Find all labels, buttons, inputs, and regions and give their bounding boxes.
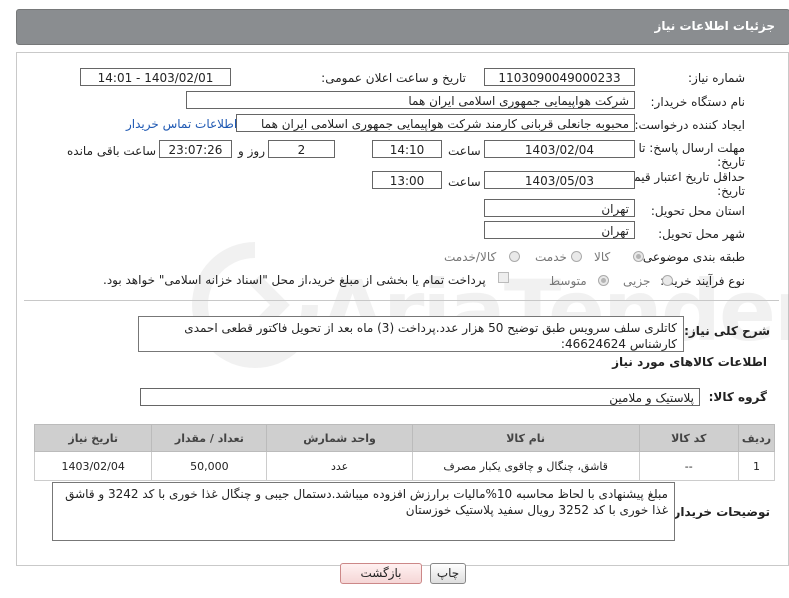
buyer-org-label: نام دستگاه خریدار:: [650, 95, 746, 109]
days-label: روز و: [238, 144, 265, 158]
announce-datetime-label: تاریخ و ساعت اعلان عمومی:: [321, 71, 466, 85]
cell-need-date: 1403/02/04: [33, 451, 153, 481]
category-radio-goods[interactable]: [633, 251, 644, 262]
items-section-title: اطلاعات کالاهای مورد نیاز: [612, 355, 767, 369]
items-table-header: ردیف کد کالا نام کالا واحد شمارش تعداد /…: [33, 424, 775, 452]
reply-deadline-date-field: 1403/02/04: [484, 140, 635, 158]
category-label: طبقه بندی موضوعی:: [638, 250, 745, 264]
category-option-service: خدمت: [535, 250, 567, 264]
price-validity-date-field: 1403/05/03: [484, 171, 635, 189]
delivery-city-label: شهر محل تحویل:: [658, 227, 745, 241]
delivery-province-label: استان محل تحویل:: [650, 204, 745, 218]
purchase-type-radio-medium[interactable]: [598, 275, 609, 286]
category-option-goods-service: کالا/خدمت: [444, 250, 497, 264]
purchase-type-option-medium: متوسط: [549, 274, 587, 288]
reply-deadline-date-label: تاریخ:: [717, 155, 745, 169]
general-desc-field: کاتلری سلف سرویس طبق توضیح 50 هزار عدد.پ…: [138, 316, 684, 352]
price-validity-time-label: ساعت: [448, 175, 481, 189]
price-validity-date-label: تاریخ:: [717, 184, 745, 198]
table-row: 1 -- قاشق، چنگال و چاقوی یکبار مصرف عدد …: [33, 451, 775, 481]
items-table: ردیف کد کالا نام کالا واحد شمارش تعداد /…: [33, 424, 775, 481]
requester-field: محبوبه جانعلی قربانی کارمند شرکت هواپیما…: [236, 114, 635, 132]
buyer-notes-label: توضیحات خریدار:: [668, 505, 770, 519]
col-need-date: تاریخ نیاز: [33, 424, 153, 452]
delivery-city-field: تهران: [484, 221, 635, 239]
announce-datetime-field: 1403/02/01 - 14:01: [80, 68, 231, 86]
treasury-payment-checkbox[interactable]: [498, 272, 509, 283]
page-title: جزئیات اطلاعات نیاز: [654, 19, 775, 33]
purchase-type-option-minor: جزیی: [623, 274, 651, 288]
reply-deadline-label: مهلت ارسال پاسخ: تا: [638, 141, 745, 155]
purchase-type-radio-minor[interactable]: [662, 275, 673, 286]
goods-group-label: گروه کالا:: [708, 390, 767, 404]
goods-group-field: پلاستیک و ملامین: [140, 388, 700, 406]
print-button[interactable]: چاپ: [430, 563, 466, 584]
delivery-province-field: تهران: [484, 199, 635, 217]
reply-deadline-time-label: ساعت: [448, 144, 481, 158]
requester-label: ایجاد کننده درخواست:: [634, 118, 745, 132]
need-number-label: شماره نیاز:: [688, 71, 745, 85]
cell-unit: عدد: [266, 451, 413, 481]
back-button[interactable]: بازگشت: [340, 563, 422, 584]
col-item-code: کد کالا: [638, 424, 740, 452]
page-header: جزئیات اطلاعات نیاز: [16, 9, 789, 45]
category-radio-goods-service[interactable]: [509, 251, 520, 262]
price-validity-time-field: 13:00: [372, 171, 442, 189]
remaining-time-field: 23:07:26: [159, 140, 232, 158]
general-desc-label: شرح کلی نیاز:: [684, 324, 770, 338]
remaining-days-field: 2: [268, 140, 335, 158]
reply-deadline-time-field: 14:10: [372, 140, 442, 158]
category-radio-service[interactable]: [571, 251, 582, 262]
cell-item-code: --: [638, 451, 740, 481]
buyer-contact-link[interactable]: اطلاعات تماس خریدار: [126, 117, 237, 131]
section-divider: [24, 300, 779, 301]
col-quantity: تعداد / مقدار: [151, 424, 268, 452]
cell-item-name: قاشق، چنگال و چاقوی یکبار مصرف: [411, 451, 640, 481]
treasury-payment-note: پرداخت تمام یا بخشی از مبلغ خرید،از محل …: [103, 273, 486, 287]
col-row-no: ردیف: [738, 424, 775, 452]
need-number-field: 1103090049000233: [484, 68, 635, 86]
remaining-time-label: ساعت باقی مانده: [67, 144, 157, 158]
category-option-goods: کالا: [594, 250, 611, 264]
col-item-name: نام کالا: [411, 424, 640, 452]
buyer-notes-field: مبلغ پیشنهادی با لحاظ محاسبه 10%مالیات ب…: [52, 482, 675, 541]
cell-row-no: 1: [738, 451, 775, 481]
cell-quantity: 50,000: [151, 451, 268, 481]
col-unit: واحد شمارش: [266, 424, 413, 452]
buyer-org-field: شرکت هواپیمایی جمهوری اسلامی ایران هما: [186, 91, 635, 109]
